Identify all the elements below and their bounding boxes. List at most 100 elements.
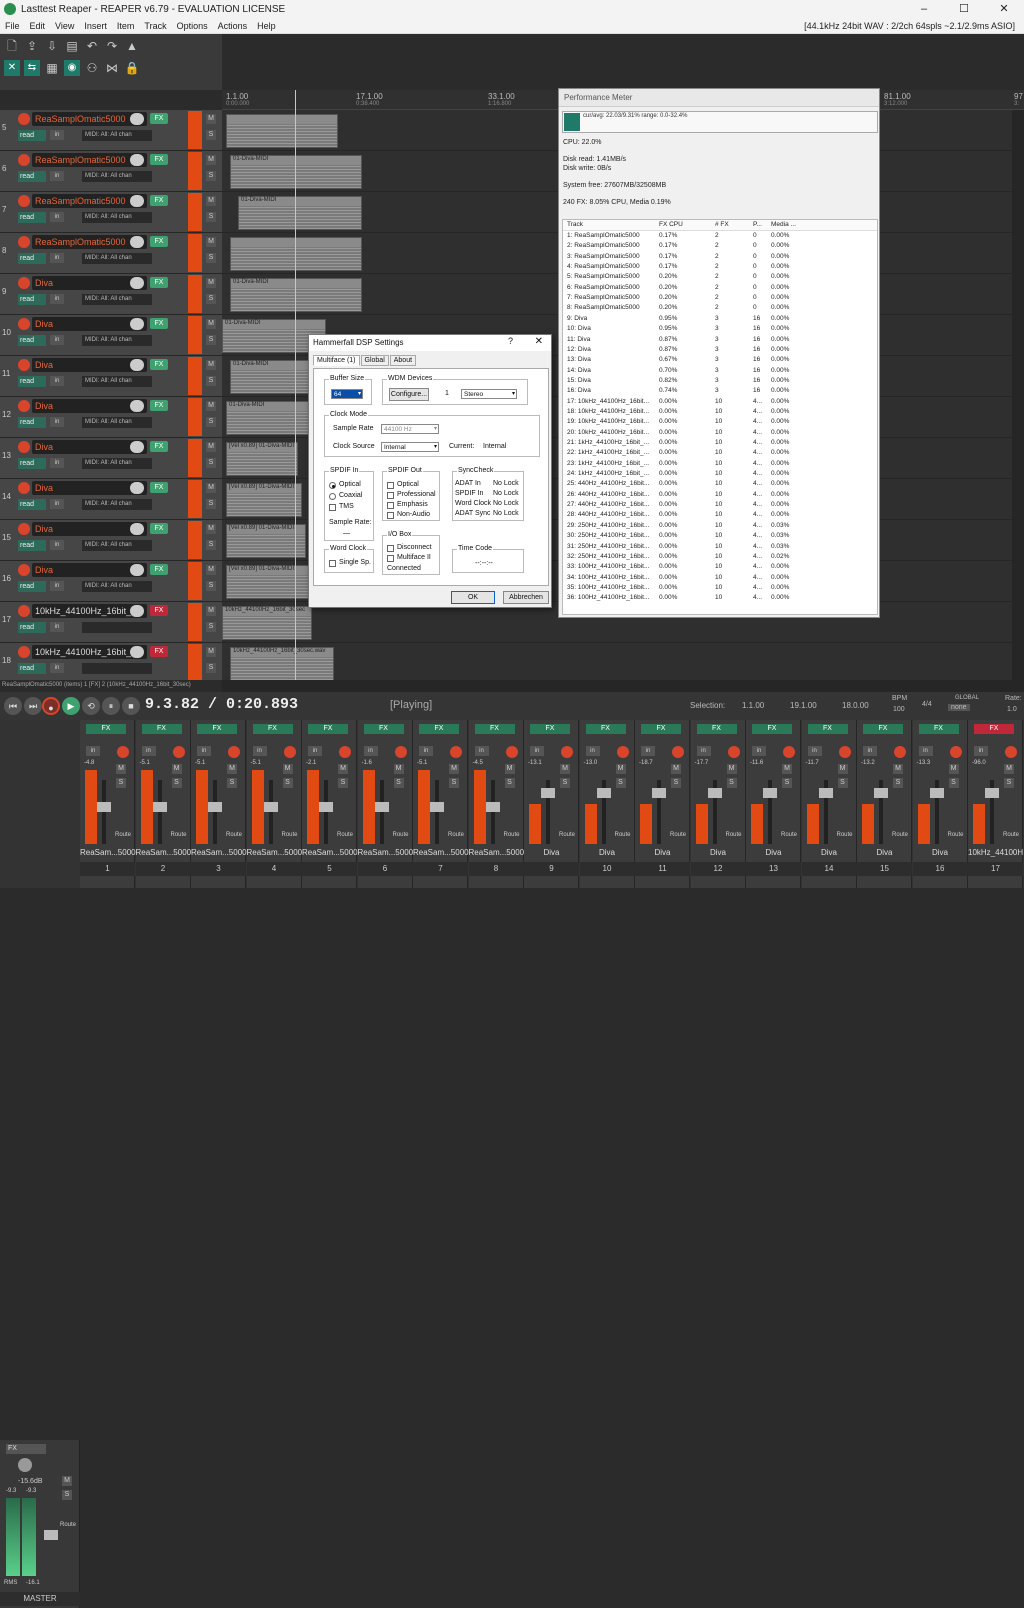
strip-fx-button[interactable]: FX [363,724,404,734]
media-item[interactable] [226,114,338,148]
strip-fader[interactable] [929,788,944,798]
perf-table-row[interactable]: 22: 1kHz_44100Hz_16bit_... 0.00% 10 4... 0.0… [563,449,877,459]
track-fx-button[interactable]: FX [150,400,168,411]
solo-button[interactable]: S [206,499,216,509]
perf-table-row[interactable]: 32: 250Hz_44100Hz_16bit... 0.00% 10 4... 0.0… [563,553,877,563]
strip-fx-button[interactable]: FX [419,724,459,734]
strip-route-button[interactable]: Route [1003,832,1019,838]
mixer-strip[interactable]: FX in -11.7 M S Route Diva 14 [801,720,857,888]
track-fx-button[interactable]: FX [150,359,168,370]
perf-table-row[interactable]: 3: ReaSamplOmatic5000 0.17% 2 0 0.00% [563,253,877,263]
strip-input-button[interactable]: in [974,746,988,756]
professional-checkbox[interactable] [387,492,394,499]
strip-mute-button[interactable]: M [671,764,681,774]
mixer-strip[interactable]: FX in -17.7 M S Route Diva 12 [690,720,746,888]
record-arm-icon[interactable] [18,113,30,125]
pause-button[interactable]: ⏸ [102,697,120,715]
maximize-button[interactable]: ☐ [944,0,984,18]
strip-route-button[interactable]: Route [448,832,464,838]
midi-input[interactable]: MIDI: All: All chan [82,335,152,346]
record-arm-icon[interactable] [18,605,30,617]
strip-record-icon[interactable] [1005,746,1017,758]
track-fx-button[interactable]: FX [150,195,168,206]
track-row[interactable]: 18 10kHz_44100Hz_16bit_3 FX read in M S [0,643,222,680]
midi-input[interactable] [82,663,152,674]
automation-mode[interactable]: read [18,171,46,182]
mute-button[interactable]: M [206,524,216,534]
record-arm-icon[interactable] [18,441,30,453]
perf-table-row[interactable]: 7: ReaSamplOmatic5000 0.20% 2 0 0.00% [563,294,877,304]
mixer-strip[interactable]: FX in -5.1 M S Route ReaSam...5000 4 [246,720,302,888]
strip-route-button[interactable]: Route [892,832,908,838]
mixer-strip[interactable]: FX in -4.5 M S Route ReaSam...5000 8 [468,720,524,888]
strip-solo-button[interactable]: S [116,778,126,788]
perf-table-row[interactable]: 12: Diva 0.87% 3 16 0.00% [563,346,877,356]
volume-knob[interactable] [130,236,144,248]
strip-input-button[interactable]: in [197,746,211,756]
strip-solo-button[interactable]: S [671,778,681,788]
single-speed-checkbox[interactable] [329,560,336,567]
menu-file[interactable]: File [0,21,25,31]
strip-fx-button[interactable]: FX [197,724,237,734]
strip-mute-button[interactable]: M [1004,764,1014,774]
record-arm-icon[interactable] [18,154,30,166]
record-button[interactable]: ● [42,697,60,715]
perf-column-header[interactable]: # FX [715,221,729,228]
strip-route-button[interactable]: Route [337,832,353,838]
strip-record-icon[interactable] [672,746,684,758]
input-button[interactable]: in [50,294,64,304]
strip-input-button[interactable]: in [308,746,322,756]
strip-fader[interactable] [485,802,500,812]
perf-column-header[interactable]: Track [567,221,583,228]
strip-solo-button[interactable]: S [171,778,182,788]
strip-record-icon[interactable] [450,746,462,758]
strip-route-button[interactable]: Route [781,832,797,838]
strip-fx-button[interactable]: FX [974,724,1014,734]
perf-column-header[interactable]: P... [753,221,762,228]
strip-route-button[interactable]: Route [726,832,742,838]
strip-solo-button[interactable]: S [282,778,293,788]
midi-input[interactable]: MIDI: All: All chan [82,458,152,469]
dialog-close-button[interactable]: ✕ [535,336,543,347]
input-button[interactable]: in [50,212,64,222]
media-item[interactable]: 10kHz_44100Hz_16bit_30sec.wav [230,647,334,680]
track-fx-button[interactable]: FX [150,154,168,165]
track-row[interactable]: 7 ReaSamplOmatic5000 FX read in MIDI: Al… [0,192,222,233]
tab-multiface[interactable]: Multiface (1) [313,355,360,366]
perf-table-row[interactable]: 25: 440Hz_44100Hz_16bit... 0.00% 10 4... 0.0… [563,480,877,490]
master-mute-button[interactable]: M [62,1476,72,1486]
midi-input[interactable]: MIDI: All: All chan [82,499,152,510]
strip-fx-button[interactable]: FX [530,724,570,734]
strip-input-button[interactable]: in [86,746,100,756]
strip-mute-button[interactable]: M [504,764,515,774]
strip-fx-button[interactable]: FX [696,724,737,734]
perf-table-row[interactable]: 18: 10kHz_44100Hz_16bit... 0.00% 10 4... 0.0… [563,408,877,418]
solo-button[interactable]: S [206,622,216,632]
tab-global[interactable]: Global [360,355,389,366]
strip-record-icon[interactable] [783,746,795,758]
strip-route-button[interactable]: Route [670,832,686,838]
automation-mode[interactable]: read [18,663,46,674]
media-item[interactable]: [Vel x0.89] 01-Diva-MIDI [226,524,306,558]
strip-input-button[interactable]: in [585,746,600,756]
strip-input-button[interactable]: in [474,746,489,756]
strip-fx-button[interactable]: FX [585,724,626,734]
menu-options[interactable]: Options [172,21,213,31]
strip-fader[interactable] [430,802,444,812]
strip-fader[interactable] [263,802,278,812]
multiface2-checkbox[interactable] [387,555,394,562]
perf-table-row[interactable]: 16: Diva 0.74% 3 16 0.00% [563,387,877,397]
strip-record-icon[interactable] [172,746,185,758]
volume-knob[interactable] [130,441,144,453]
strip-fader[interactable] [707,788,722,798]
strip-route-button[interactable]: Route [615,832,631,838]
mute-button[interactable]: M [206,155,216,165]
strip-input-button[interactable]: in [863,746,877,756]
track-fx-button[interactable]: FX [150,605,168,616]
repeat-icon[interactable]: ⟲ [82,697,100,715]
master-pan-knob[interactable] [18,1458,32,1472]
strip-route-button[interactable]: Route [282,832,298,838]
record-arm-icon[interactable] [18,523,30,535]
strip-route-button[interactable]: Route [504,832,520,838]
strip-solo-button[interactable]: S [782,778,792,788]
